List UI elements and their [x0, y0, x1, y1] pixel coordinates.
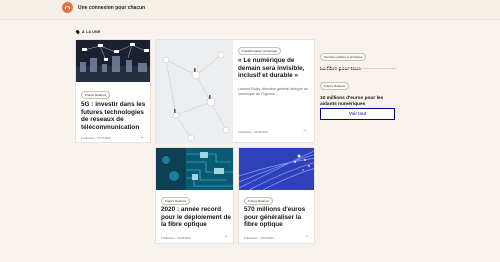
see-all-button[interactable]: Voir tout	[320, 108, 395, 120]
article-title[interactable]: « Le numérique de demain sera invisible,…	[238, 57, 312, 80]
arrow-right-icon[interactable]: →	[223, 234, 228, 239]
brand-name: Une connexion pour chacun	[78, 4, 146, 11]
site-header: Une connexion pour chacun	[0, 0, 500, 20]
article-tag: Transformation numérique	[238, 47, 282, 55]
side-item-tag: France Relance	[320, 82, 350, 90]
article-title[interactable]: 5G : investir dans les futures technolog…	[81, 101, 149, 131]
arrow-right-icon[interactable]: →	[139, 135, 144, 140]
article-image-network-nodes	[156, 40, 233, 144]
article-title[interactable]: 570 millions d'euros pour généraliser la…	[244, 206, 314, 229]
article-card[interactable]: France Relance 2020 : année record pour …	[155, 147, 234, 244]
article-date: Publication - 06/09/2021	[238, 130, 269, 134]
article-tag: France Relance	[244, 197, 274, 205]
article-description: Laurent Rojey, directeur général délégué…	[238, 87, 308, 96]
arrow-right-icon[interactable]: →	[302, 128, 307, 133]
pin-icon	[75, 29, 80, 35]
article-card[interactable]: France Relance 570 millions d'euros pour…	[238, 147, 315, 244]
article-image-network-city	[76, 40, 150, 82]
brand-link[interactable]: Une connexion pour chacun	[62, 2, 145, 13]
article-date: Publication - 18/01/2021	[244, 236, 275, 240]
article-image-fiber-optic	[239, 148, 314, 190]
article-card[interactable]: France Relance 5G : investir dans les fu…	[75, 39, 151, 143]
side-item-tag: Services publics et territoires	[320, 53, 367, 61]
side-item-title[interactable]: 10 millions d'euros pour les aidants num…	[320, 96, 396, 108]
article-tag: France Relance	[81, 91, 111, 99]
article-image-circuit-board	[156, 148, 233, 190]
article-date: Publication - 07/07/2021	[81, 136, 112, 140]
article-date: Publication - 20/05/2021	[161, 236, 192, 240]
globe-logo-icon	[62, 2, 73, 13]
arrow-right-icon[interactable]: →	[304, 234, 309, 239]
section-heading-text: À LA UNE	[82, 30, 101, 34]
article-card-featured[interactable]: Transformation numérique « Le numérique …	[155, 39, 315, 144]
article-title[interactable]: 2020 : année record pour le déploiement …	[161, 206, 233, 229]
divider	[320, 68, 396, 69]
article-tag: France Relance	[161, 197, 191, 205]
side-list-item[interactable]: France Relance 10 millions d'euros pour …	[320, 74, 396, 108]
section-heading: À LA UNE	[75, 29, 101, 35]
side-list-item[interactable]: Services publics et territoires La fibre…	[320, 45, 396, 73]
